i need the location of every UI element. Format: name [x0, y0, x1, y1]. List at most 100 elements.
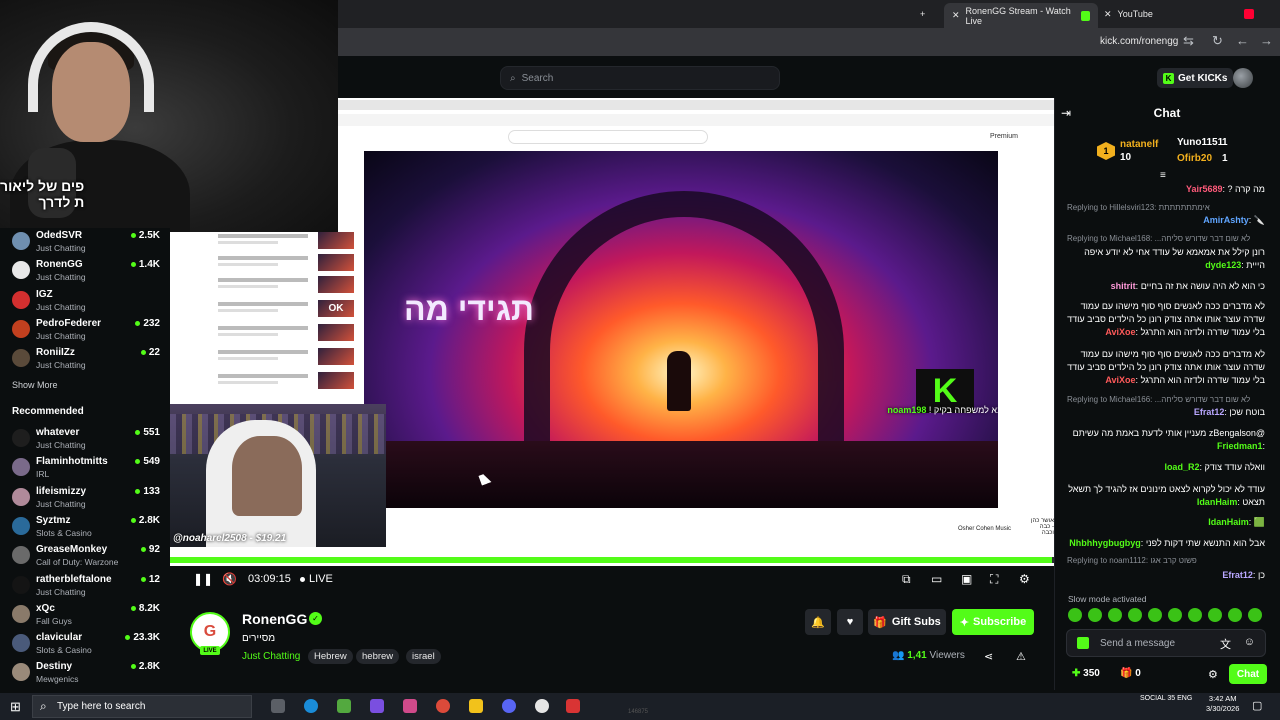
theater-mode-icon[interactable]: ▣ [961, 572, 972, 586]
emote-icon[interactable] [1088, 608, 1102, 622]
chat-username[interactable]: Friedman1 [1217, 441, 1263, 451]
tag-hebrew-lower[interactable]: hebrew [356, 649, 400, 664]
url-text[interactable]: kick.com/ronengg [1100, 36, 1178, 47]
sidebar-channel[interactable]: ratherbleftalone Just Chatting 12 [10, 572, 160, 600]
chat-username[interactable]: load_R2 [1164, 462, 1199, 472]
close-tab-icon[interactable]: ✕ [1104, 9, 1112, 20]
show-more-link[interactable]: Show More [12, 380, 58, 390]
reload-icon[interactable]: ↻ [1212, 33, 1223, 49]
sidebar-channel[interactable]: GreaseMonkey Call of Duty: Warzone 92 [10, 542, 160, 570]
sidebar-channel[interactable]: Destiny Mewgenics 2.8K [10, 659, 160, 687]
emote-icon[interactable] [1188, 608, 1202, 622]
chat-message[interactable]: לא מדברים ככה לאנשים סוף סוף מישהו עם עמ… [1067, 348, 1265, 387]
new-tab-button[interactable]: + [920, 3, 925, 25]
emote-icon[interactable] [1068, 608, 1082, 622]
emote-icon[interactable] [1208, 608, 1222, 622]
chat-settings-icon[interactable]: ⚙ [1208, 668, 1218, 681]
search-input[interactable]: ⌕ Search [500, 66, 780, 90]
emote-icon[interactable] [1148, 608, 1162, 622]
quick-emote-bar[interactable] [1068, 608, 1268, 624]
sidebar-channel[interactable]: clavicular Slots & Casino 23.3K [10, 630, 160, 658]
emoji-icon[interactable]: ☺ [1244, 636, 1255, 648]
chat-username[interactable]: shitrit [1111, 281, 1136, 291]
obs-icon[interactable] [535, 699, 549, 713]
tab-youtube[interactable]: ✕ YouTube [1104, 3, 1254, 25]
chat-username[interactable]: Efrat12 [1194, 407, 1225, 417]
leaderboard-third[interactable]: Ofirb20 [1177, 153, 1212, 164]
discord-icon[interactable] [502, 699, 516, 713]
pinned-icon[interactable]: ≡ [1160, 170, 1166, 181]
notification-bell-icon[interactable]: 🔔 [805, 609, 831, 635]
chat-message[interactable]: לא מדברים ככה לאנשים סוף סוף מישהו עם עמ… [1067, 300, 1265, 339]
chat-message[interactable]: וואלה עודד צודק :load_R2 [1067, 461, 1265, 474]
copilot-icon[interactable] [370, 699, 384, 713]
chat-message[interactable]: מה קרה ? :Yair5689 [1067, 183, 1265, 196]
progress-bar[interactable] [170, 557, 1054, 563]
store-icon[interactable] [337, 699, 351, 713]
sidebar-channel[interactable]: whatever Just Chatting 551 [10, 425, 160, 453]
gift-count[interactable]: 🎁 0 [1120, 668, 1141, 679]
chat-message[interactable]: עודד לא יכול לקרוא לצאט מינונים אז להגיד… [1067, 483, 1265, 509]
taskbar-search[interactable]: ⌕ Type here to search [32, 695, 252, 718]
live-indicator[interactable]: LIVE [300, 573, 333, 585]
chat-message[interactable]: רונן קילל את אמאמא של עודד אחי לא יודע א… [1067, 246, 1265, 272]
follow-heart-icon[interactable]: ♥ [837, 609, 863, 635]
edge-browser-icon[interactable] [304, 699, 318, 713]
mute-icon[interactable]: 🔇 [222, 572, 237, 586]
chat-username[interactable]: IdanHaim [1197, 497, 1238, 507]
chat-message[interactable]: אבל הוא התנשא שתי דקות לפני :Nhbhhygbugb… [1067, 537, 1265, 550]
leaderboard-second[interactable]: Yuno1151 [1177, 137, 1223, 148]
chat-reply-context[interactable]: Replying to noam1112: פשוט קרב אגו [1067, 556, 1265, 565]
subscribe-button[interactable]: ✦ Subscribe [952, 609, 1034, 635]
sidebar-channel[interactable]: PedroFederer Just Chatting 232 [10, 316, 160, 344]
site-settings-icon[interactable]: ⇆ [1183, 33, 1194, 49]
emote-icon[interactable] [1248, 608, 1262, 622]
gift-subs-button[interactable]: 🎁 Gift Subs [868, 609, 946, 635]
chat-message[interactable]: 🟩 :IdanHaim [1067, 516, 1265, 529]
task-view-icon[interactable] [271, 699, 285, 713]
chat-username[interactable]: Efrat12 [1222, 570, 1253, 580]
app-icon[interactable] [403, 699, 417, 713]
close-tab-icon[interactable]: ✕ [952, 10, 960, 21]
chat-message[interactable]: כי הוא לא היה עושה את זה בחיים :shitrit [1067, 280, 1265, 293]
chat-username[interactable]: AviXoe [1105, 375, 1135, 385]
sidebar-channel[interactable]: IGZ Just Chatting [10, 287, 160, 315]
emote-icon[interactable] [1228, 608, 1242, 622]
settings-gear-icon[interactable]: ⚙ [1019, 572, 1030, 586]
sidebar-channel[interactable]: lifeismizzy Just Chatting 133 [10, 484, 160, 512]
chat-username[interactable]: Yair5689 [1186, 184, 1223, 194]
chat-message[interactable]: כן :Efrat12 [1067, 569, 1265, 582]
profile-avatar[interactable] [1233, 68, 1253, 88]
sidebar-channel[interactable]: Syztmz Slots & Casino 2.8K [10, 513, 160, 541]
back-icon[interactable]: → [1260, 33, 1273, 48]
notification-icon[interactable]: ▢ [1252, 699, 1262, 712]
sidebar-channel[interactable]: RonenGG Just Chatting 1.4K [10, 257, 160, 285]
fullscreen-icon[interactable]: ⛶ [990, 572, 998, 587]
chat-username[interactable]: AviXoe [1105, 327, 1135, 337]
app-icon-red[interactable] [566, 699, 580, 713]
picture-in-picture-icon[interactable]: ⧉ [902, 572, 911, 587]
get-kicks-button[interactable]: K Get KICKs [1157, 68, 1234, 88]
chat-message[interactable]: 🔪 :AmirAshty [1067, 214, 1265, 227]
system-tray[interactable]: SOCIAL 35 ENG [1140, 695, 1192, 702]
emote-icon[interactable] [1128, 608, 1142, 622]
chat-reply-context[interactable]: Replying to Michael166: ...לא שום דבר שד… [1067, 395, 1265, 404]
sidebar-channel[interactable]: RoniiIZz Just Chatting 22 [10, 345, 160, 373]
chrome-icon[interactable] [436, 699, 450, 713]
emote-icon[interactable] [1168, 608, 1182, 622]
kicks-balance[interactable]: ✚ 350 [1072, 668, 1100, 679]
send-chat-button[interactable]: Chat [1229, 664, 1267, 684]
language-indicator[interactable]: ENG [1177, 695, 1192, 702]
chat-message-input[interactable]: Send a message 文 ☺ [1066, 629, 1266, 657]
stream-category[interactable]: Just Chatting [242, 651, 300, 662]
sidebar-channel[interactable]: xQc Fall Guys 8.2K [10, 601, 160, 629]
tab-ronengg[interactable]: ✕ RonenGG Stream - Watch Live [944, 3, 1098, 28]
file-explorer-icon[interactable] [469, 699, 483, 713]
chat-message[interactable]: @zBengalson מעניין אותי לדעת באמת מה עשי… [1067, 427, 1265, 453]
leaderboard-first[interactable]: natanelf [1120, 139, 1158, 150]
chat-reply-context[interactable]: Replying to Hillelsviri123: אימתתתתתתת [1067, 203, 1265, 212]
sidebar-channel[interactable]: OdedSVR Just Chatting 2.5K [10, 228, 160, 256]
windows-start-icon[interactable]: ⊞ [10, 699, 21, 715]
report-icon[interactable]: ⚠ [1016, 650, 1026, 663]
emote-icon[interactable] [1108, 608, 1122, 622]
